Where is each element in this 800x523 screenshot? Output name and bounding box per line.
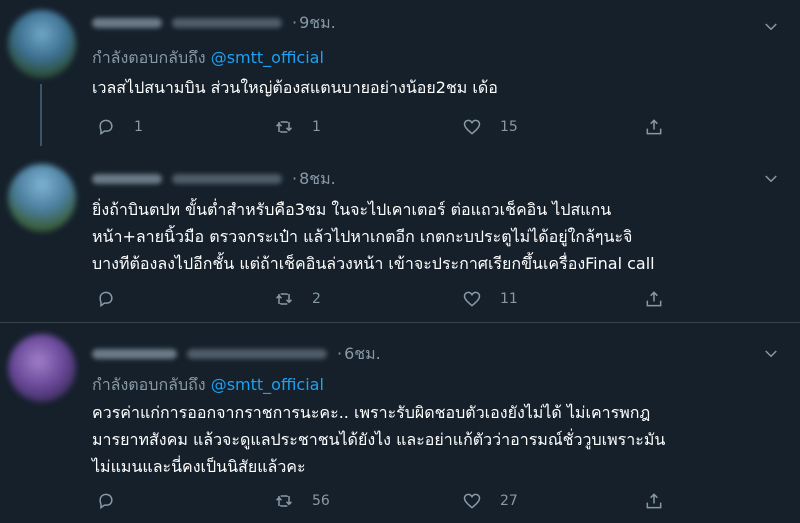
blurred-username[interactable]: [92, 349, 177, 359]
retweet-count: 1: [312, 119, 321, 135]
tweet-text-line: มารยาทสังคม แล้วจะดูแลประชาชนได้ยังไง แล…: [92, 430, 666, 449]
share-icon: [646, 493, 662, 509]
like-count: 15: [500, 119, 518, 135]
share-icon: [646, 119, 662, 135]
share-icon: [646, 291, 662, 307]
tweet-actions: 56 27: [96, 489, 716, 513]
heart-icon: [463, 493, 481, 509]
tweet-text: เวลสไปสนามบิน ส่วนใหญ่ต้องสแตนบายอย่างน้…: [92, 76, 782, 100]
like-count: 27: [500, 493, 518, 509]
reply-handle-link[interactable]: @smtt_official: [211, 48, 324, 67]
tweet-time[interactable]: · 6ชม.: [337, 342, 381, 367]
reply-icon: [99, 291, 113, 308]
tweet-2[interactable]: · 8ชม. ยิ่งถ้าบินตปท ขั้นต่ำสำหรับคือ3ชม …: [0, 160, 800, 322]
retweet-count: 2: [312, 291, 321, 307]
heart-icon: [463, 291, 481, 307]
reply-button[interactable]: [96, 489, 134, 513]
tweet-text-line: ยิ่งถ้าบินตปท ขั้นต่ำสำหรับคือ3ชม ในจะไป…: [92, 200, 612, 219]
reply-button[interactable]: [96, 287, 134, 311]
like-button[interactable]: 15: [462, 115, 518, 139]
avatar[interactable]: [8, 10, 76, 78]
blurred-handle[interactable]: [187, 349, 327, 359]
blurred-username[interactable]: [92, 18, 162, 28]
replying-to: กำลังตอบกลับถึง @smtt_official: [92, 373, 324, 398]
reply-prefix: กำลังตอบกลับถึง: [92, 48, 206, 67]
retweet-icon: [275, 495, 293, 507]
retweet-icon: [275, 121, 293, 133]
tweet-text-line: เวลสไปสนามบิน ส่วนใหญ่ต้องสแตนบายอย่างน้…: [92, 78, 498, 97]
like-button[interactable]: 27: [462, 489, 518, 513]
reply-count: 1: [134, 119, 143, 135]
replying-to: กำลังตอบกลับถึง @smtt_official: [92, 46, 324, 71]
blurred-handle[interactable]: [172, 174, 282, 184]
reply-icon: [99, 119, 113, 136]
blurred-username[interactable]: [92, 174, 162, 184]
like-count: 11: [500, 291, 518, 307]
share-button[interactable]: [644, 489, 664, 513]
retweet-icon: [275, 293, 293, 305]
like-button[interactable]: 11: [462, 287, 518, 311]
tweet-actions: 1 1 15: [96, 115, 716, 139]
tweet-3[interactable]: · 6ชม. กำลังตอบกลับถึง @smtt_official ควร…: [0, 323, 800, 523]
tweet-header: · 6ชม.: [92, 343, 381, 365]
tweet-time[interactable]: · 9ชม.: [292, 11, 336, 36]
tweet-time[interactable]: · 8ชม.: [292, 167, 336, 192]
thread-line: [40, 84, 42, 146]
chevron-down-icon[interactable]: [762, 170, 780, 188]
avatar[interactable]: [8, 164, 76, 232]
tweet-text-line: หน้า+ลายนิ้วมือ ตรวจกระเป๋า แล้วไปหาเกตอ…: [92, 227, 633, 246]
blurred-handle[interactable]: [172, 18, 282, 28]
chevron-down-icon[interactable]: [762, 18, 780, 36]
share-button[interactable]: [644, 115, 664, 139]
reply-prefix: กำลังตอบกลับถึง: [92, 375, 206, 394]
reply-button[interactable]: 1: [96, 115, 143, 139]
heart-icon: [463, 119, 481, 135]
retweet-button[interactable]: 1: [274, 115, 321, 139]
tweet-text: ยิ่งถ้าบินตปท ขั้นต่ำสำหรับคือ3ชม ในจะไป…: [92, 198, 782, 276]
tweet-text: ควรค่าแก่การออกจากราชการนะคะ.. เพราะรับผ…: [92, 401, 782, 479]
retweet-button[interactable]: 2: [274, 287, 321, 311]
share-button[interactable]: [644, 287, 664, 311]
tweet-header: · 8ชม.: [92, 168, 336, 190]
avatar[interactable]: [8, 334, 76, 402]
retweet-button[interactable]: 56: [274, 489, 330, 513]
tweet-header: · 9ชม.: [92, 12, 336, 34]
reply-icon: [99, 493, 113, 510]
retweet-count: 56: [312, 493, 330, 509]
tweet-text-line: ควรค่าแก่การออกจากราชการนะคะ.. เพราะรับผ…: [92, 403, 651, 422]
reply-handle-link[interactable]: @smtt_official: [211, 375, 324, 394]
tweet-1[interactable]: · 9ชม. กำลังตอบกลับถึง @smtt_official เวล…: [0, 0, 800, 160]
tweet-actions: 2 11: [96, 287, 716, 311]
tweet-text-line: ไม่แมนและนี่คงเป็นนิสัยแล้วคะ: [92, 457, 306, 476]
chevron-down-icon[interactable]: [762, 345, 780, 363]
tweet-text-line: บางทีต้องลงไปอีกชั้น แต่ถ้าเช็คอินล่วงหน…: [92, 254, 655, 273]
